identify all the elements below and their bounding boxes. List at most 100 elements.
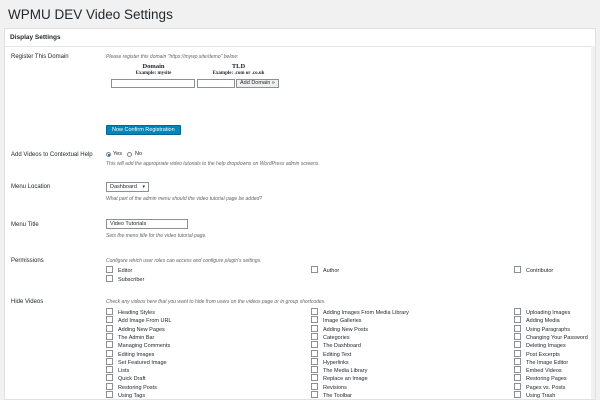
checkbox[interactable] <box>514 308 521 315</box>
hide-video-item[interactable]: The Image Editor <box>514 357 568 366</box>
domain-input[interactable] <box>111 79 195 88</box>
checkbox[interactable] <box>311 391 318 398</box>
permission-author[interactable]: Author <box>311 266 339 274</box>
hide-video-item[interactable]: Lists <box>106 366 129 374</box>
checkbox[interactable] <box>514 324 521 332</box>
checkbox[interactable] <box>106 357 113 365</box>
hide-video-item[interactable]: Quick Draft <box>106 374 146 382</box>
hide-video-item[interactable]: Adding Images From Media Library <box>311 308 409 316</box>
checkbox[interactable] <box>311 357 318 365</box>
checkbox[interactable] <box>311 349 318 357</box>
menu-title-input[interactable]: Video Tutorials <box>106 219 188 229</box>
hide-video-label: Revisions <box>323 384 347 391</box>
hide-video-label: Adding Images From Media Library <box>323 310 409 316</box>
hide-video-label: Using Trash <box>526 393 556 399</box>
hide-video-label: Quick Draft <box>118 376 146 383</box>
permissions-label: Permissions <box>11 258 44 264</box>
hide-video-label: Adding Media <box>526 318 560 325</box>
checkbox[interactable] <box>514 382 521 390</box>
hide-video-item[interactable]: Editing Text <box>311 349 351 358</box>
hide-video-item[interactable]: Revisions <box>311 382 347 391</box>
hide-video-label: Changing Your Password <box>526 334 588 341</box>
hide-video-item[interactable]: Using Paragraphs <box>514 324 571 333</box>
hide-video-item[interactable]: Adding New Pages <box>106 324 165 333</box>
checkbox[interactable] <box>514 266 521 273</box>
hide-video-item[interactable]: Categories <box>311 332 350 341</box>
checkbox[interactable] <box>106 391 113 398</box>
hide-video-item[interactable]: Pages vs. Posts <box>514 382 566 391</box>
checkbox[interactable] <box>106 275 113 282</box>
hide-video-item[interactable]: Uploading Images <box>514 308 570 316</box>
checkbox[interactable] <box>311 266 318 273</box>
permission-contributor[interactable]: Contributor <box>514 266 553 274</box>
confirm-registration-button[interactable]: Now Confirm Registration <box>106 125 181 135</box>
permission-subscriber[interactable]: Subscriber <box>106 275 144 283</box>
checkbox[interactable] <box>514 374 521 382</box>
hide-video-item[interactable]: The Admin Bar <box>106 332 154 341</box>
checkbox[interactable] <box>311 374 318 382</box>
checkbox[interactable] <box>514 341 521 349</box>
hide-video-item[interactable]: Managing Comments <box>106 341 170 349</box>
contextual-help-no-radio[interactable] <box>127 152 132 157</box>
hide-video-item[interactable]: Heading Styles <box>106 308 155 316</box>
hide-video-item[interactable]: Replace an Image <box>311 374 368 382</box>
hide-video-item[interactable]: Deleting Images <box>514 341 566 349</box>
hide-video-label: Lists <box>118 368 130 375</box>
checkbox[interactable] <box>514 349 521 357</box>
checkbox[interactable] <box>106 382 113 390</box>
contextual-help-yes-radio[interactable] <box>106 152 111 157</box>
checkbox[interactable] <box>106 316 113 324</box>
checkbox[interactable] <box>514 357 521 365</box>
scrollbar[interactable] <box>591 46 595 399</box>
checkbox[interactable] <box>311 341 318 349</box>
hide-video-item[interactable]: Changing Your Password <box>514 332 588 341</box>
hide-video-label: Managing Comments <box>118 343 171 350</box>
menu-location-select[interactable]: Dashboard ▾ <box>106 182 149 192</box>
checkbox[interactable] <box>514 391 521 398</box>
checkbox[interactable] <box>311 382 318 390</box>
checkbox[interactable] <box>514 316 521 324</box>
hide-video-item[interactable]: Restoring Posts <box>106 382 157 391</box>
checkbox[interactable] <box>311 366 318 374</box>
tld-example: Example: .com or .co.uk <box>212 71 265 76</box>
checkbox[interactable] <box>514 366 521 374</box>
hide-video-label: Pages vs. Posts <box>526 384 566 391</box>
add-domain-button[interactable]: Add Domain » <box>236 79 279 88</box>
hide-video-item[interactable]: Restoring Pages <box>514 374 567 382</box>
checkbox[interactable] <box>106 349 113 357</box>
hide-video-item[interactable]: Image Galleries <box>311 316 362 324</box>
checkbox[interactable] <box>311 332 318 340</box>
menu-title-label: Menu Title <box>11 222 39 228</box>
hide-video-item[interactable]: Adding Media <box>514 316 560 324</box>
hide-video-item[interactable]: Set Featured Image <box>106 357 167 366</box>
hide-video-item[interactable]: Embed Videos <box>514 366 562 374</box>
hide-video-label: Adding New Posts <box>323 326 368 333</box>
hide-video-label: Hyperlinks <box>323 359 349 366</box>
hide-video-item[interactable]: Adding New Posts <box>311 324 368 333</box>
register-domain-hint: Please register this domain "https://myw… <box>106 54 239 60</box>
hide-video-item[interactable]: The Dashboard <box>311 341 361 349</box>
hide-video-label: Restoring Posts <box>118 384 157 391</box>
hide-video-item[interactable]: Editing Images <box>106 349 154 358</box>
hide-video-label: Replace an Image <box>323 376 368 383</box>
hide-video-item[interactable]: Post Excerpts <box>514 349 560 358</box>
hide-video-label: Add Image From URL <box>118 318 172 325</box>
checkbox[interactable] <box>106 341 113 349</box>
tld-heading: TLD <box>231 63 246 70</box>
checkbox[interactable] <box>311 308 318 315</box>
checkbox[interactable] <box>106 308 113 315</box>
hide-video-item[interactable]: Hyperlinks <box>311 357 349 366</box>
hide-video-item[interactable]: Add Image From URL <box>106 316 172 324</box>
checkbox[interactable] <box>106 374 113 382</box>
checkbox[interactable] <box>514 332 521 340</box>
hide-video-label: Using Paragraphs <box>526 326 571 333</box>
hide-video-item[interactable]: The Media Library <box>311 366 367 374</box>
checkbox[interactable] <box>106 366 113 374</box>
tld-input[interactable] <box>197 79 235 88</box>
checkbox[interactable] <box>311 324 318 332</box>
checkbox[interactable] <box>106 266 113 273</box>
checkbox[interactable] <box>106 324 113 332</box>
permission-editor[interactable]: Editor <box>106 266 132 274</box>
checkbox[interactable] <box>311 316 318 324</box>
checkbox[interactable] <box>106 332 113 340</box>
